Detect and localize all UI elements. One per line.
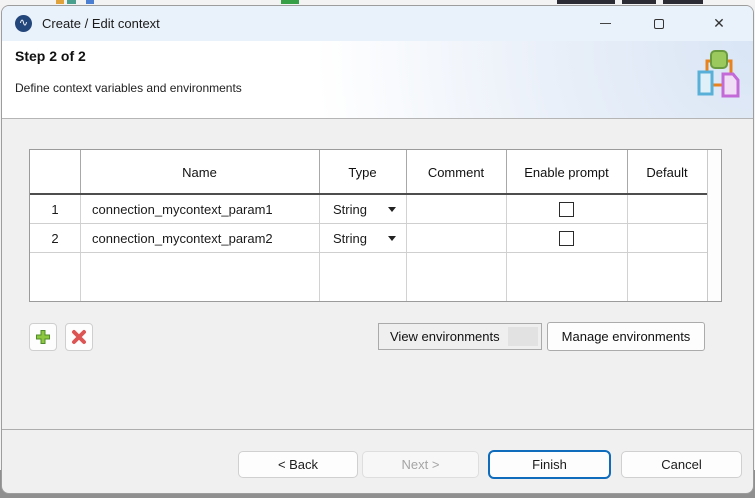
background-icon-bit [56, 0, 64, 4]
step-title: Step 2 of 2 [15, 48, 86, 64]
window-title: Create / Edit context [42, 6, 160, 41]
step-subtitle: Define context variables and environment… [15, 81, 242, 95]
wizard-banner: Step 2 of 2 Define context variables and… [2, 41, 753, 119]
column-header-comment[interactable]: Comment [406, 150, 506, 195]
minimize-button[interactable] [582, 6, 628, 41]
manage-environments-button[interactable]: Manage environments [547, 322, 705, 351]
column-header-type[interactable]: Type [319, 150, 406, 195]
table-header-row: Name Type Comment Enable prompt Default [30, 150, 721, 195]
type-value: String [333, 202, 367, 217]
column-divider [80, 150, 81, 193]
column-header-enable-prompt[interactable]: Enable prompt [506, 150, 627, 195]
enable-prompt-checkbox[interactable] [559, 202, 574, 217]
column-header-default[interactable]: Default [627, 150, 707, 195]
column-header-name[interactable]: Name [80, 150, 319, 195]
maximize-button[interactable] [636, 6, 682, 41]
cancel-button[interactable]: Cancel [621, 451, 742, 478]
enable-prompt-cell [506, 224, 627, 253]
finish-button[interactable]: Finish [488, 450, 611, 479]
back-button[interactable]: < Back [238, 451, 358, 478]
talend-logo-icon: ∿ [15, 15, 32, 32]
column-divider [506, 150, 507, 193]
plus-icon [35, 329, 51, 345]
create-edit-context-dialog: ∿ Create / Edit context ✕ Step 2 of 2 De… [1, 5, 754, 494]
background-icon-bit [67, 0, 76, 4]
background-text-bit [663, 0, 703, 4]
column-divider [406, 150, 407, 193]
vertical-scrollbar[interactable] [707, 150, 721, 301]
variable-name-cell[interactable]: connection_mycontext_param2 [80, 224, 319, 253]
red-x-icon [71, 329, 87, 345]
chevron-down-icon [388, 236, 396, 241]
title-bar: ∿ Create / Edit context ✕ [2, 6, 753, 41]
type-dropdown[interactable]: String [319, 195, 406, 224]
footer-separator [2, 429, 753, 430]
close-icon: ✕ [713, 15, 725, 32]
row-number: 2 [30, 224, 80, 253]
column-header-rownum[interactable] [30, 150, 80, 195]
chevron-down-icon [388, 207, 396, 212]
background-text-bit [557, 0, 615, 4]
view-environments-combo-block [508, 327, 538, 346]
view-environments-label: View environments [390, 329, 500, 344]
remove-variable-button[interactable] [65, 323, 93, 351]
manage-environments-label: Manage environments [562, 329, 691, 344]
context-wizard-icon [695, 48, 741, 104]
background-icon-bit [281, 0, 299, 4]
context-variables-table: Name Type Comment Enable prompt Default … [29, 149, 722, 302]
row-number: 1 [30, 195, 80, 224]
table-row[interactable]: 1 connection_mycontext_param1 String [30, 195, 721, 224]
type-dropdown[interactable]: String [319, 224, 406, 253]
background-icon-bit [86, 0, 94, 4]
maximize-icon [654, 19, 664, 29]
column-divider [627, 150, 628, 193]
add-variable-button[interactable] [29, 323, 57, 351]
enable-prompt-cell [506, 195, 627, 224]
background-text-bit [622, 0, 656, 4]
table-row[interactable]: 2 connection_mycontext_param2 String [30, 224, 721, 253]
enable-prompt-checkbox[interactable] [559, 231, 574, 246]
next-button: Next > [362, 451, 479, 478]
view-environments-button[interactable]: View environments [378, 323, 542, 350]
close-button[interactable]: ✕ [694, 6, 744, 41]
column-divider [319, 150, 320, 193]
minimize-icon [600, 23, 611, 24]
variable-name-cell[interactable]: connection_mycontext_param1 [80, 195, 319, 224]
type-value: String [333, 231, 367, 246]
